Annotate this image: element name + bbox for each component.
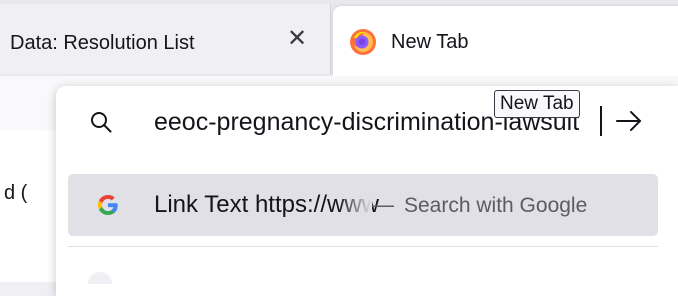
- tab-strip: Data: Resolution List ✕ New Tab: [0, 0, 678, 76]
- tab-title: New Tab: [391, 31, 469, 53]
- search-icon: [91, 112, 112, 133]
- firefox-icon: [350, 29, 376, 55]
- arrow-right-icon[interactable]: [614, 106, 644, 136]
- urlbar-panel: eeoc-pregnancy-discrimination-lawsuit Ne…: [56, 86, 678, 296]
- suggestion-separator: —: [372, 192, 394, 217]
- page-text-fragment: d (: [4, 182, 28, 204]
- urlbar[interactable]: eeoc-pregnancy-discrimination-lawsuit Ne…: [56, 86, 678, 156]
- tab-tooltip: New Tab: [494, 90, 580, 118]
- suggestion-action: Search with Google: [404, 194, 588, 217]
- divider: [68, 246, 658, 247]
- tab-data-resolution-list[interactable]: Data: Resolution List ✕: [0, 4, 331, 74]
- close-icon[interactable]: ✕: [284, 26, 310, 52]
- page-content: d (: [0, 130, 60, 282]
- search-suggestion-row[interactable]: Link Text https://www — Search with Goog…: [68, 174, 658, 236]
- text-caret: [600, 106, 602, 136]
- tab-new-tab[interactable]: New Tab: [333, 6, 678, 76]
- text-fade: [338, 186, 372, 224]
- google-icon: [98, 195, 118, 215]
- tab-title: Data: Resolution List: [10, 32, 195, 54]
- partial-icon: [88, 272, 112, 284]
